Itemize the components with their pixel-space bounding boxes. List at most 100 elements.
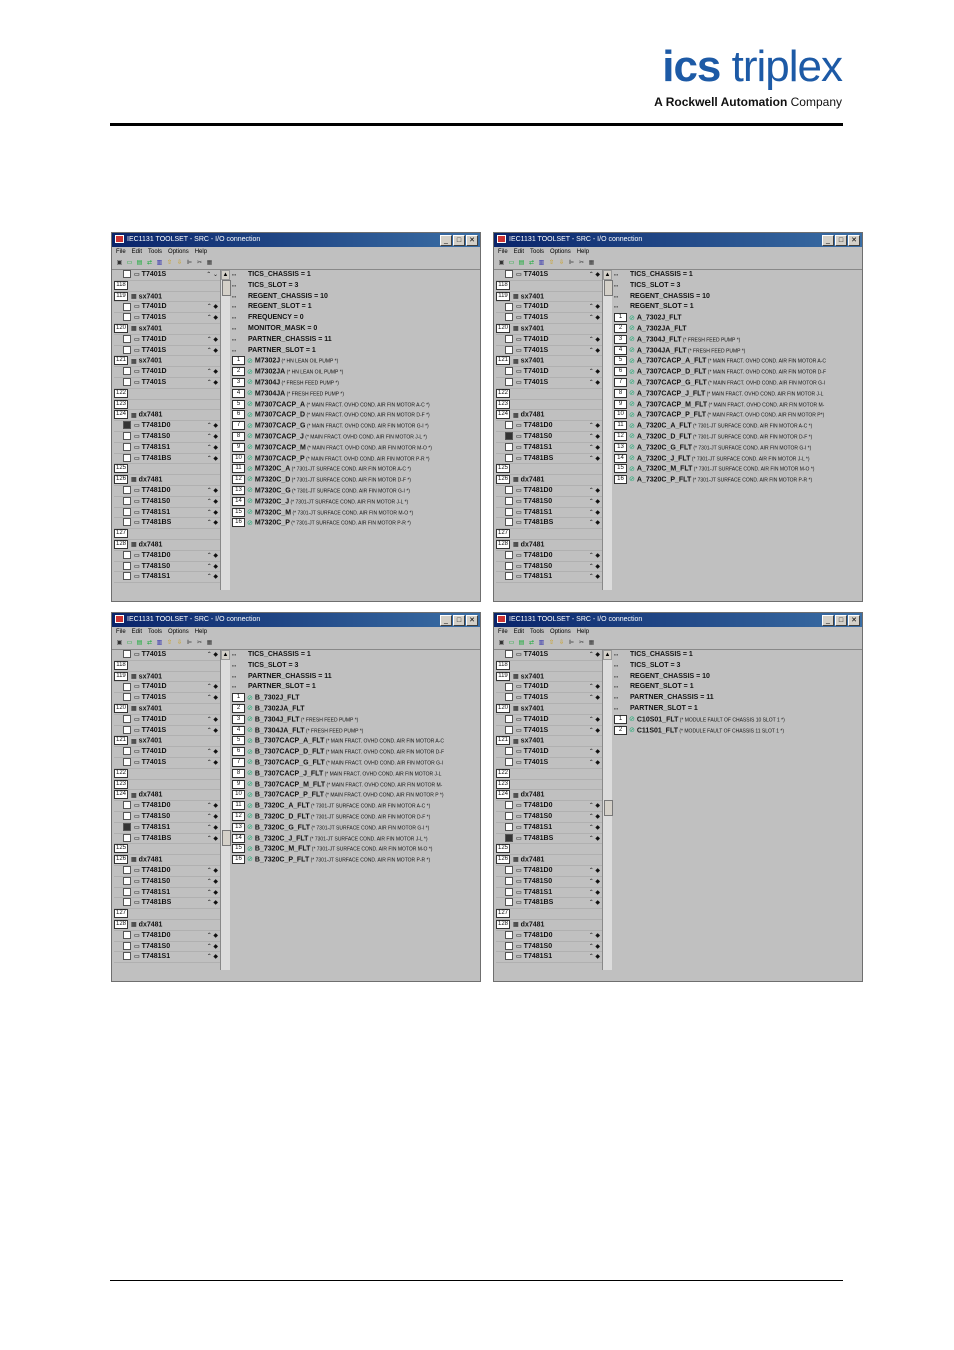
delete-icon[interactable]: ▥ (156, 640, 163, 647)
delete-icon[interactable]: ▥ (156, 260, 163, 267)
save-icon[interactable]: ▤ (136, 260, 143, 267)
io-channel-item[interactable]: ▭ T7481S0 ⌃ ◆ (114, 812, 220, 823)
menu-options[interactable]: Options (550, 629, 571, 635)
sort-arrows-icon[interactable]: ⌃ ◆ (589, 898, 600, 909)
channel-variable[interactable]: 9 ⊘ M7307CACP_M (* MAIN FRACT. OVHD COND. … (232, 442, 478, 454)
sort-arrows-icon[interactable]: ⌃ ◆ (207, 823, 218, 834)
io-channel-item[interactable]: ▭ T7481D0 ⌃ ◆ (496, 930, 602, 942)
channel-checkbox[interactable] (123, 507, 131, 516)
channel-variable[interactable]: 2 ⊘ M7302JA (* HN LEAN OIL PUMP *) (232, 367, 478, 378)
slot-item[interactable]: 124 ▦ dx7481 (496, 410, 602, 422)
io-channel-item[interactable]: ▭ T7481BS ⌃ ◆ (114, 518, 220, 530)
channel-variable[interactable]: 16 ⊘ A_7320C_P_FLT (* 7301-JT SURFACE COND… (614, 475, 860, 486)
channel-variable[interactable]: 3 ⊘ A_7304J_FLT (* FRESH FEED PUMP *) (614, 334, 860, 346)
channel-checkbox[interactable] (505, 747, 513, 756)
menu-help[interactable]: Help (195, 249, 207, 255)
io-channel-item[interactable]: ▭ T7401D ⌃ ◆ (496, 747, 602, 758)
system-variable[interactable]: ▪▪▪ TICS_SLOT = 3 (232, 281, 478, 292)
insert-icon[interactable]: ⊫ (568, 640, 575, 647)
sort-arrows-icon[interactable]: ⌃ ◆ (207, 313, 218, 324)
channel-checkbox[interactable] (123, 367, 131, 376)
cut-icon[interactable]: ✂ (196, 260, 203, 267)
io-channel-item[interactable]: ▭ T7481D0 ⌃ ◆ (114, 550, 220, 562)
channel-checkbox[interactable] (123, 693, 131, 702)
channel-variable[interactable]: 13 ⊘ B_7320C_G_FLT (* 7301-JT SURFACE COND… (232, 822, 478, 834)
system-variable[interactable]: ▪▪▪ PARTNER_CHASSIS = 11 (232, 335, 478, 346)
system-variable[interactable]: ▪▪▪ TICS_CHASSIS = 1 (232, 270, 478, 281)
sort-arrows-icon[interactable]: ⌃ ◆ (589, 421, 600, 432)
io-channel-item[interactable]: ▭ T7481S1 ⌃ ◆ (114, 572, 220, 584)
io-channel-item[interactable]: ▭ T7481S1 ⌃ ◆ (496, 822, 602, 834)
sort-arrows-icon[interactable]: ⌃ ◆ (207, 931, 218, 942)
channel-variable[interactable]: 9 ⊘ B_7307CACP_M_FLT (* MAIN FRACT. OVHD C… (232, 779, 478, 791)
move-down-icon[interactable]: ⇩ (558, 260, 565, 267)
channel-checkbox[interactable] (123, 496, 131, 505)
io-channel-item[interactable]: ▭ T7481S1 ⌃ ◆ (114, 887, 220, 899)
link-icon[interactable]: ▭ (126, 260, 133, 267)
channel-checkbox[interactable] (505, 866, 513, 875)
channel-checkbox[interactable] (505, 453, 513, 462)
refresh-icon[interactable]: ⇄ (146, 640, 153, 647)
link-icon[interactable]: ▭ (126, 640, 133, 647)
menu-edit[interactable]: Edit (514, 249, 524, 255)
io-channel-item[interactable]: ▭ T7481S1 ⌃ ◆ (496, 952, 602, 964)
menu-file[interactable]: File (498, 249, 508, 255)
channel-checkbox[interactable] (123, 302, 131, 311)
channel-variable[interactable]: 15 ⊘ M7320C_M (* 7301-JT SURFACE COND. AIR… (232, 507, 478, 519)
save-icon[interactable]: ▤ (136, 640, 143, 647)
maximize-button[interactable]: □ (835, 615, 847, 626)
io-channel-item[interactable]: ▭ T7481BS ⌃ ◆ (496, 453, 602, 465)
channel-checkbox[interactable] (505, 367, 513, 376)
menu-edit[interactable]: Edit (514, 629, 524, 635)
io-channel-item[interactable]: ▭ T7481S0 ⌃ ◆ (114, 941, 220, 953)
channel-variable[interactable]: 4 ⊘ A_7304JA_FLT (* FRESH FEED PUMP *) (614, 345, 860, 357)
channel-checkbox[interactable] (505, 714, 513, 723)
channel-variable[interactable]: 12 ⊘ A_7320C_D_FLT (* 7301-JT SURFACE COND… (614, 431, 860, 443)
io-channel-item[interactable]: ▭ T7481S1 ⌃ ◆ (496, 887, 602, 899)
sort-arrows-icon[interactable]: ⌃ ◆ (207, 888, 218, 899)
sort-arrows-icon[interactable]: ⌃ ◆ (207, 346, 218, 357)
channel-checkbox[interactable] (123, 898, 131, 907)
channel-checkbox[interactable] (505, 486, 513, 495)
channel-checkbox[interactable] (505, 758, 513, 767)
maximize-button[interactable]: □ (453, 615, 465, 626)
channel-checkbox[interactable] (123, 812, 131, 821)
menu-help[interactable]: Help (577, 249, 589, 255)
menu-options[interactable]: Options (168, 629, 189, 635)
move-up-icon[interactable]: ⇧ (548, 640, 555, 647)
delete-icon[interactable]: ▥ (538, 640, 545, 647)
io-channel-item[interactable]: ▭ T7481D0 ⌃ ◆ (496, 801, 602, 812)
sort-arrows-icon[interactable]: ⌃ ◆ (589, 726, 600, 737)
channel-variable[interactable]: 11 ⊘ B_7320C_A_FLT (* 7301-JT SURFACE COND… (232, 801, 478, 812)
channel-checkbox[interactable] (505, 270, 513, 279)
channel-variable[interactable]: 10 ⊘ B_7307CACP_P_FLT (* MAIN FRACT. OVHD … (232, 790, 478, 801)
sort-arrows-icon[interactable]: ⌃ ◆ (589, 834, 600, 845)
menu-file[interactable]: File (498, 629, 508, 635)
insert-icon[interactable]: ⊫ (186, 640, 193, 647)
channel-checkbox[interactable] (505, 334, 513, 343)
slot-item[interactable]: 128 ▦ dx7481 (114, 539, 220, 551)
system-variable[interactable]: ▪▪▪ TICS_CHASSIS = 1 (614, 270, 860, 281)
refresh-icon[interactable]: ⇄ (528, 260, 535, 267)
menu-file[interactable]: File (116, 249, 126, 255)
channel-checkbox[interactable] (505, 313, 513, 322)
sort-arrows-icon[interactable]: ⌃ ◆ (589, 551, 600, 562)
sort-arrows-icon[interactable]: ⌃ ◆ (589, 508, 600, 519)
menu-edit[interactable]: Edit (132, 629, 142, 635)
channel-variable[interactable]: 10 ⊘ A_7307CACP_P_FLT (* MAIN FRACT. OVHD … (614, 410, 860, 421)
io-channel-item[interactable]: ▭ T7481S0 ⌃ ◆ (496, 432, 602, 443)
menu-options[interactable]: Options (168, 249, 189, 255)
system-variable[interactable]: ▪▪▪ MONITOR_MASK = 0 (232, 324, 478, 335)
io-channel-item[interactable]: ▭ T7481S0 ⌃ ◆ (114, 496, 220, 508)
io-channel-item[interactable]: ▭ T7401S ⌃ ⌄ (114, 270, 220, 281)
io-channel-item[interactable]: ▭ T7481D0 ⌃ ◆ (496, 486, 602, 497)
slot-item[interactable]: 125 (114, 844, 220, 856)
menu-tools[interactable]: Tools (148, 629, 162, 635)
io-channel-item[interactable]: ▭ T7401S ⌃ ◆ (114, 345, 220, 357)
channel-checkbox[interactable] (123, 421, 131, 430)
sort-arrows-icon[interactable]: ⌃ ◆ (207, 877, 218, 888)
sort-arrows-icon[interactable]: ⌃ ◆ (207, 454, 218, 465)
channel-checkbox[interactable] (123, 572, 131, 581)
slot-item[interactable]: 123 (496, 399, 602, 411)
io-channel-item[interactable]: ▭ T7401S ⌃ ◆ (114, 693, 220, 704)
